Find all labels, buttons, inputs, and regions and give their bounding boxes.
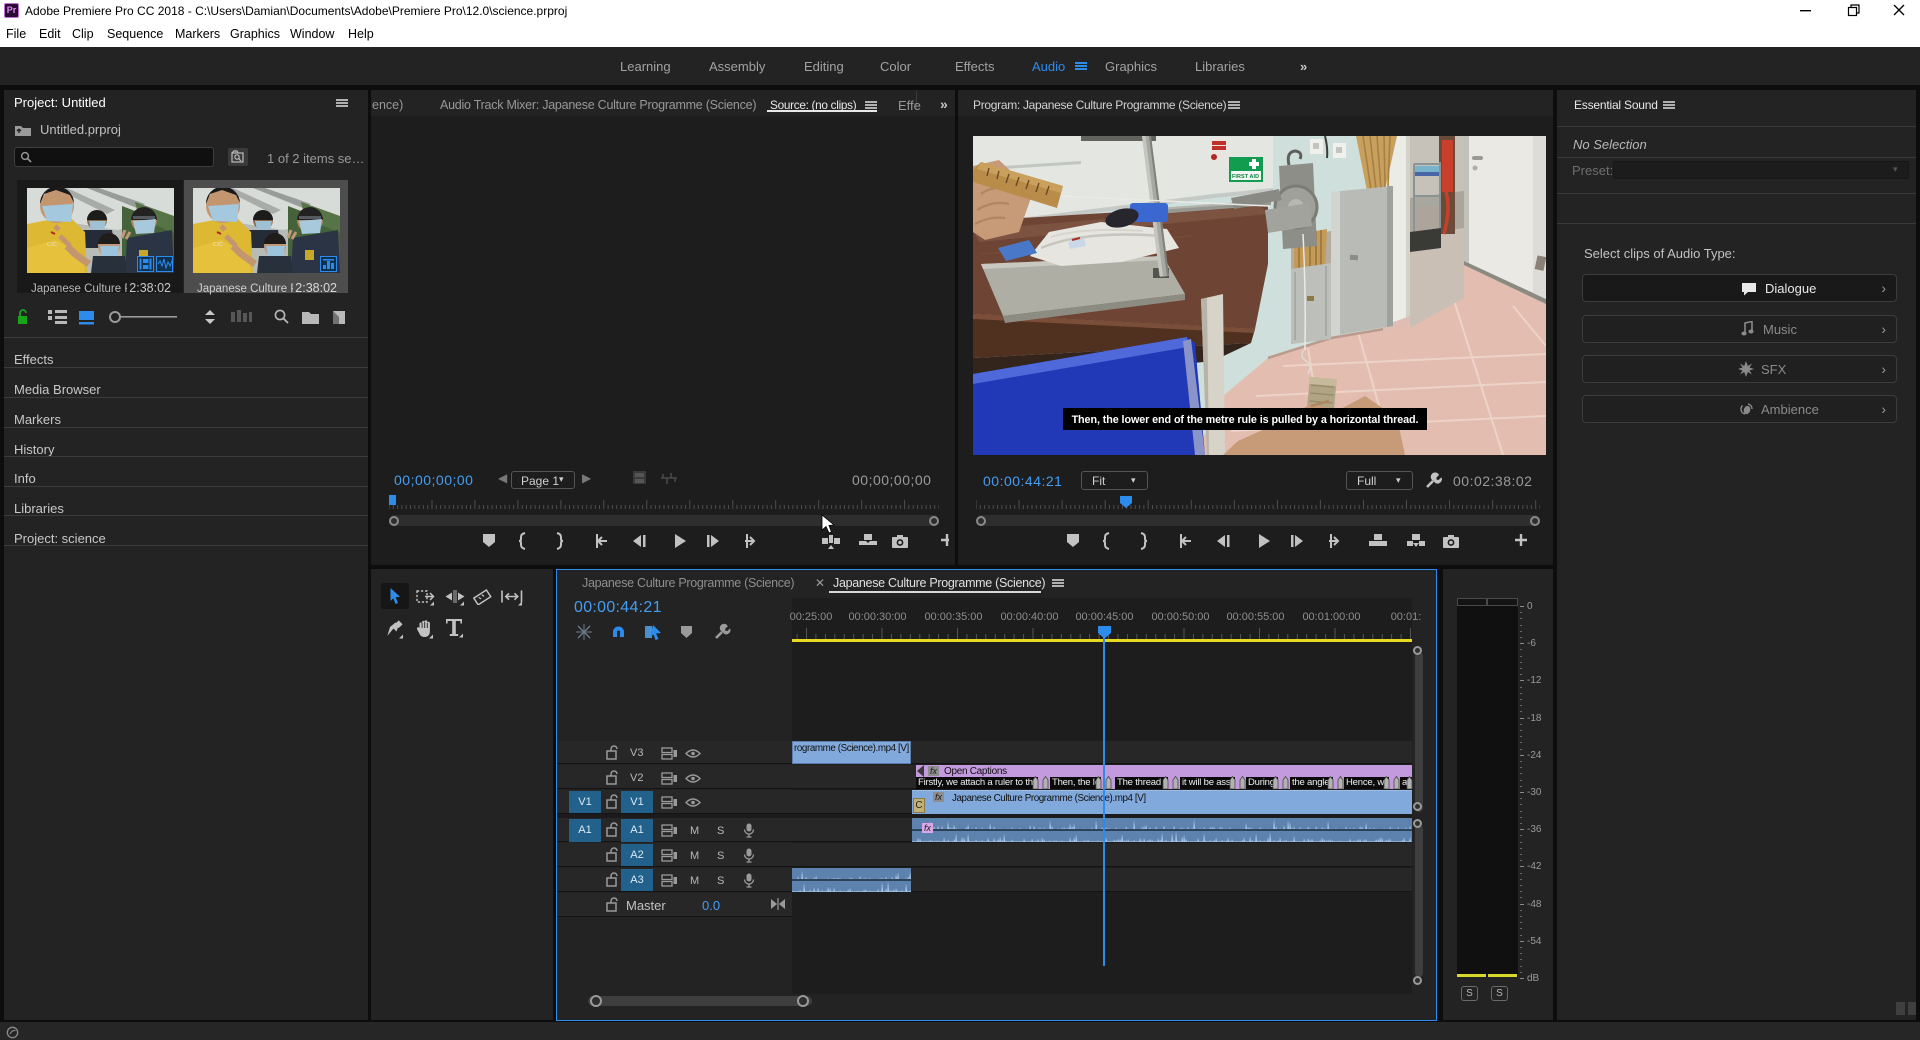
svg-text:Then, the lower end of the met: Then, the lower end of the metre rule is… <box>1072 414 1419 426</box>
svg-text:FIRST AID: FIRST AID <box>1232 174 1259 180</box>
